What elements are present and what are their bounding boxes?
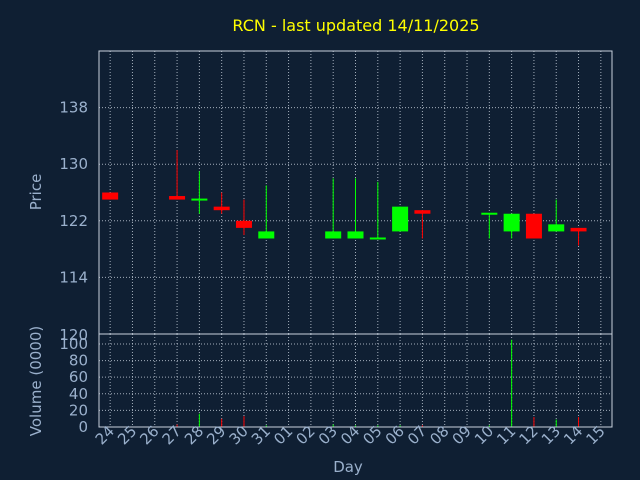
candle-body [213,206,230,211]
day-tick-label: 15 [582,422,608,448]
candle [503,213,520,239]
day-axis: 2425262728293031010203040506070809101112… [92,422,609,448]
volume-tick-label: 20 [69,401,88,419]
candle [102,192,119,200]
candle [258,185,275,239]
candle-body [570,227,587,232]
day-axis-label: Day [333,458,363,476]
candle-body [169,196,186,200]
price-axis-label: Price [27,174,45,211]
candle-body [347,231,364,239]
candle-body [102,192,119,200]
candle [213,192,230,214]
volume-axis-label: Volume (0000) [27,326,45,436]
candle [369,181,386,240]
candle [347,178,364,239]
volume-tick-label: 60 [69,368,88,386]
candle-body [481,212,498,215]
volume-axis: 020406080100120 [59,326,88,436]
price-tick-label: 114 [59,268,88,286]
candle-body [369,237,386,240]
candle [392,206,409,232]
candle-body [258,231,275,239]
volume-tick-label: 40 [69,385,88,403]
candle [169,150,186,200]
stock-chart: RCN - last updated 14/11/2025 1141221301… [27,16,613,476]
volume-tick-label: 0 [78,418,88,436]
candle [525,213,542,239]
candle [325,178,342,239]
candle-body [325,231,342,239]
candle [235,199,252,235]
candle [414,210,431,239]
chart-title: RCN - last updated 14/11/2025 [232,16,479,35]
candle-body [392,206,409,232]
candle-body [548,224,565,232]
candle [548,199,565,232]
volume-plot-frame [98,333,613,428]
price-tick-label: 130 [59,155,88,173]
candle-body [525,213,542,239]
candle [570,227,587,246]
price-tick-label: 122 [59,212,88,230]
candle-body [235,220,252,228]
volume-tick-label: 120 [59,326,88,344]
candle-body [191,198,208,201]
candle-body [414,210,431,214]
volume-tick-label: 80 [69,352,88,370]
price-axis: 114 122 130 138 [59,99,88,287]
volume-grid [99,334,612,427]
candle [191,171,208,214]
price-tick-label: 138 [59,99,88,117]
candle [481,212,498,239]
candle-body [503,213,520,232]
